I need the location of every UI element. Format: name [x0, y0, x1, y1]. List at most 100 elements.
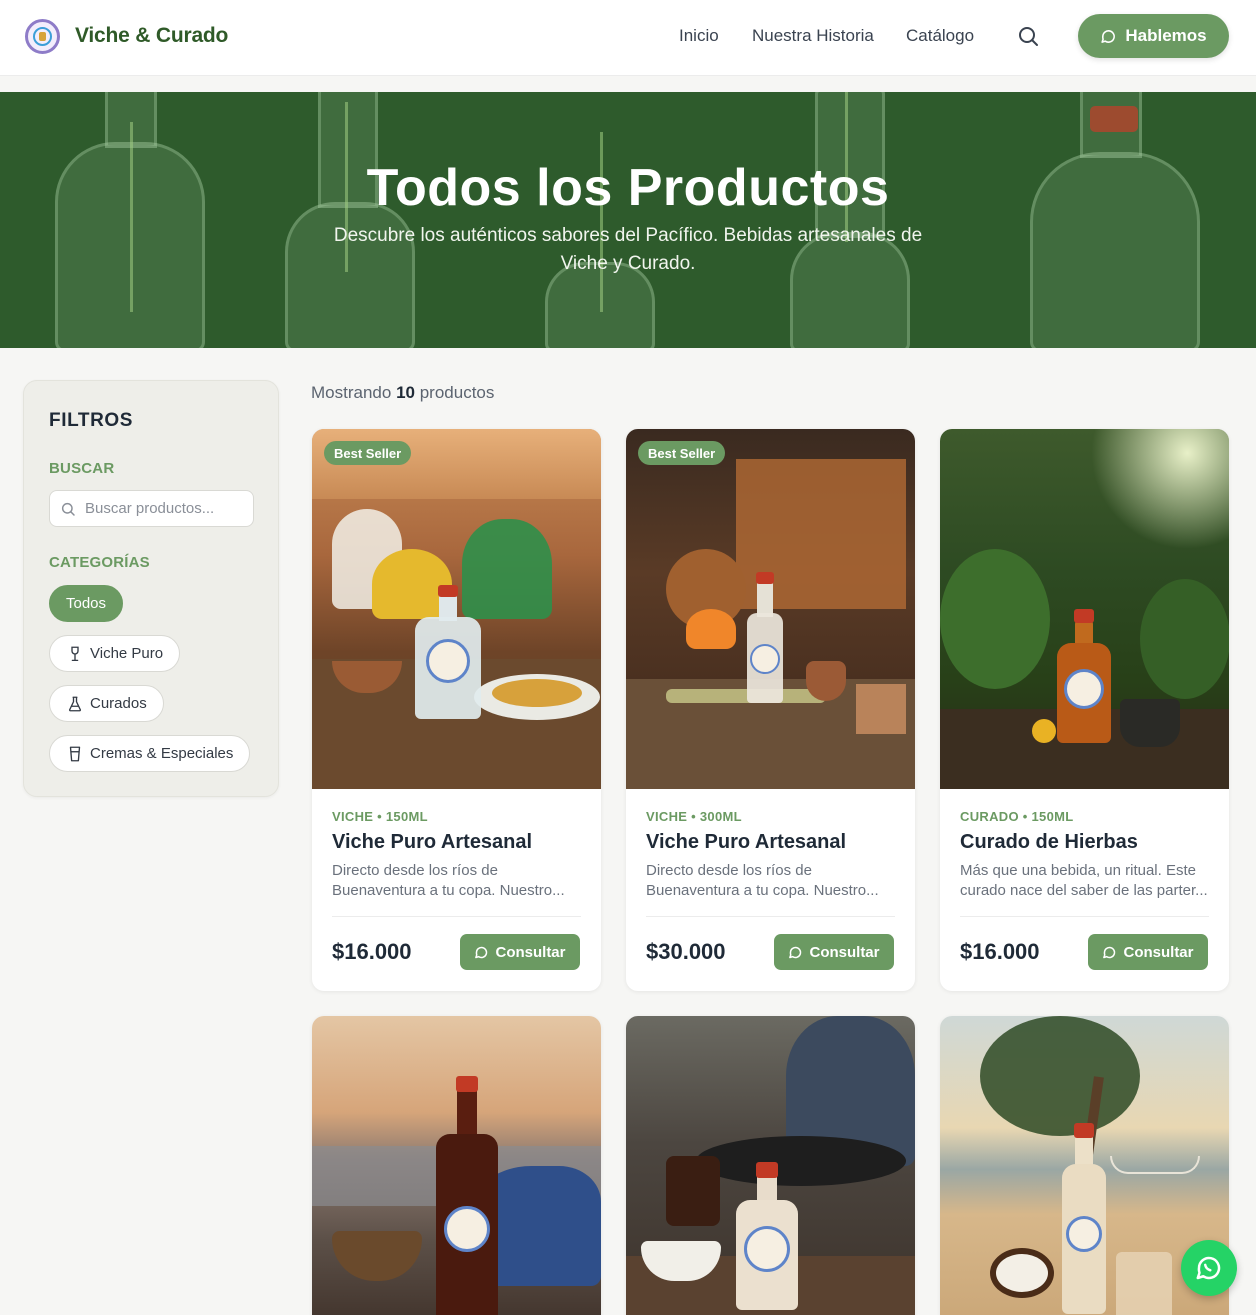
bottle-cap: [438, 585, 458, 597]
chat-bubble-icon: [1103, 946, 1116, 958]
product-photo[interactable]: Best Seller: [312, 429, 601, 789]
bottle-neck: [1075, 1134, 1093, 1168]
product-price: $16.000: [332, 939, 412, 964]
bottle-cap: [1074, 1123, 1094, 1138]
product-meta: CURADO • 150ML: [960, 809, 1074, 824]
category-chip-curados[interactable]: Curados: [49, 685, 164, 722]
nav-link-inicio[interactable]: Inicio: [679, 26, 719, 46]
whatsapp-icon: [1196, 1256, 1221, 1280]
bottle-neck: [457, 1088, 477, 1138]
product-search-field[interactable]: [49, 490, 254, 527]
brand-logo[interactable]: [25, 19, 60, 54]
product-photo[interactable]: [940, 429, 1229, 789]
hablemos-button[interactable]: Hablemos: [1078, 14, 1229, 58]
nav-link-nuestra-historia[interactable]: Nuestra Historia: [752, 26, 874, 46]
product-name[interactable]: Viche Puro Artesanal: [332, 831, 532, 854]
fire-flame: [686, 609, 736, 649]
bottle-label: [750, 644, 780, 674]
product-meta: VICHE • 300ML: [646, 809, 742, 824]
best-seller-badge: Best Seller: [638, 441, 726, 465]
results-number: 10: [396, 383, 415, 402]
card-divider: [646, 916, 895, 917]
category-chip-label: Todos: [66, 595, 107, 612]
product-description: Directo desde los ríos de Buenaventura a…: [646, 862, 879, 899]
category-chip-todos[interactable]: Todos: [49, 585, 124, 622]
dancer-skirt: [462, 519, 552, 619]
bottle-cap: [1074, 609, 1094, 623]
site-header: Viche & Curado Inicio Nuestra Historia C…: [0, 0, 1256, 76]
card-divider: [960, 916, 1209, 917]
product-description: Directo desde los ríos de Buenaventura a…: [332, 862, 565, 899]
logo-bottle: [39, 32, 46, 41]
jam-jar: [666, 1156, 720, 1226]
coconut-half: [990, 1248, 1054, 1298]
chat-bubble-icon: [789, 946, 802, 958]
sunlight: [1090, 429, 1229, 549]
product-card[interactable]: Best Seller VICHE • 300ML Viche Puro Art…: [626, 429, 915, 991]
wine-glass-icon: [71, 646, 79, 661]
page-title: Todos los Productos: [366, 159, 890, 217]
product-photo[interactable]: [626, 1016, 915, 1315]
card-divider: [332, 916, 581, 917]
category-chip-label: Viche Puro: [90, 645, 164, 662]
product-price: $16.000: [960, 939, 1040, 964]
product-search-input[interactable]: [85, 491, 250, 526]
category-chip-cremas-especiales[interactable]: Cremas & Especiales: [49, 735, 251, 772]
drink-glass: [1116, 1252, 1172, 1315]
category-chip-viche-puro[interactable]: Viche Puro: [49, 635, 181, 672]
palm-fronds: [980, 1016, 1140, 1136]
whatsapp-float-button[interactable]: [1181, 1240, 1237, 1296]
product-card[interactable]: CURADO • 150ML Curado de Hierbas Más que…: [940, 429, 1229, 991]
product-card[interactable]: Best Seller VICHE • 150ML Viche Puro Art…: [312, 429, 601, 991]
filters-title: FILTROS: [49, 410, 134, 431]
cup-icon: [69, 746, 81, 761]
chat-bubble-icon: [475, 946, 488, 958]
bottle-label: [744, 1226, 790, 1272]
jungle-foliage: [1140, 579, 1229, 699]
categories-label: CATEGORÍAS: [49, 554, 150, 571]
product-name[interactable]: Curado de Hierbas: [960, 831, 1138, 854]
bottle-label: [1066, 1216, 1102, 1252]
bottle-label: [426, 639, 470, 683]
best-seller-badge: Best Seller: [324, 441, 412, 465]
consultar-button[interactable]: Consultar: [460, 934, 580, 970]
hero-banner: Todos los Productos Descubre los auténti…: [0, 92, 1256, 348]
product-photo[interactable]: Best Seller: [626, 429, 915, 789]
brand-name[interactable]: Viche & Curado: [75, 24, 228, 48]
category-chip-label: Curados: [90, 695, 147, 712]
bottle-cap: [756, 1162, 778, 1178]
product-card[interactable]: [626, 1016, 915, 1315]
clay-cup: [806, 661, 846, 701]
filters-panel: FILTROS BUSCAR CATEGORÍAS Todos Viche Pu…: [23, 380, 279, 797]
search-icon[interactable]: [1016, 24, 1040, 48]
yellow-flower: [1032, 719, 1056, 743]
bottle-label: [444, 1206, 490, 1252]
hablemos-label: Hablemos: [1125, 26, 1207, 45]
results-count: Mostrando 10 productos: [311, 383, 494, 403]
product-card[interactable]: [312, 1016, 601, 1315]
consultar-label: Consultar: [1123, 943, 1194, 961]
cooking-pot: [696, 1136, 906, 1186]
consultar-button[interactable]: Consultar: [1088, 934, 1208, 970]
jungle-foliage: [940, 549, 1050, 689]
sugarcane-stalk: [666, 689, 826, 703]
hammock: [1110, 1156, 1200, 1174]
product-meta: VICHE • 150ML: [332, 809, 428, 824]
chat-bubble-icon: [1101, 29, 1116, 43]
consultar-label: Consultar: [809, 943, 880, 961]
firewood-logs: [856, 684, 906, 734]
search-icon: [61, 502, 75, 516]
clay-mug: [1120, 699, 1180, 747]
flask-icon: [68, 696, 82, 711]
results-suffix: productos: [419, 383, 495, 402]
product-price: $30.000: [646, 939, 726, 964]
search-label: BUSCAR: [49, 460, 115, 477]
wooden-bowl: [332, 1231, 422, 1281]
plantain-food: [492, 679, 582, 707]
nav-link-catalogo[interactable]: Catálogo: [906, 26, 974, 46]
product-photo[interactable]: [312, 1016, 601, 1315]
product-name[interactable]: Viche Puro Artesanal: [646, 831, 846, 854]
consultar-button[interactable]: Consultar: [774, 934, 894, 970]
bottle-label: [1064, 669, 1104, 709]
product-description: Más que una bebida, un ritual. Este cura…: [960, 862, 1208, 899]
